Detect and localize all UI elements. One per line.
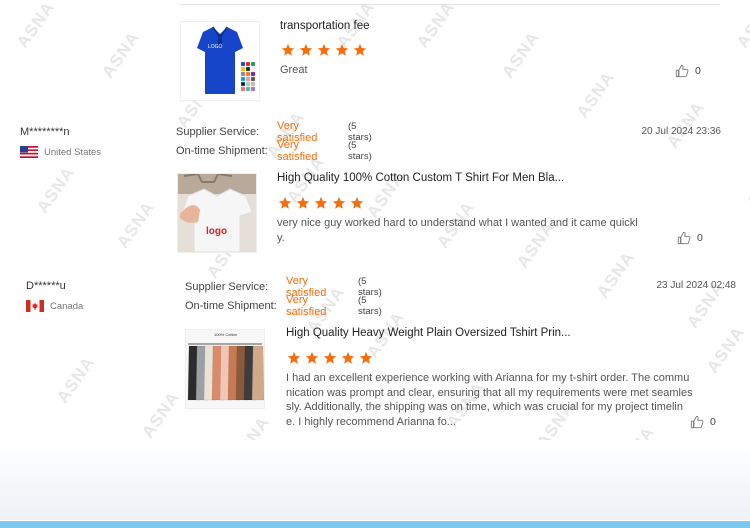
- seller-ratings: Supplier Service: Very satisfied (5 star…: [185, 275, 382, 318]
- comment-line: sly. Additionally, the shipping was on t…: [286, 401, 683, 413]
- bottom-bar: [0, 521, 750, 528]
- reviews-page: ASNA ASNA ASNA ASNA ASNA ASNA ASNA ASNA ASNA ASNA…: [0, 0, 750, 528]
- rating-stars-text: (5 stars): [348, 139, 372, 162]
- shipment-rating: On-time Shipment: Very satisfied (5 star…: [176, 139, 372, 163]
- review-comment: I had an excellent experience working wi…: [286, 371, 706, 429]
- star-icon: [305, 351, 319, 364]
- like-button[interactable]: 0: [690, 415, 716, 429]
- star-icon: [332, 196, 346, 209]
- seller-ratings: Supplier Service: Very satisfied (5 star…: [176, 120, 372, 163]
- watermark-text: ASNA: [572, 67, 619, 122]
- watermark-text: ASNA: [412, 0, 459, 52]
- comment-line: y.: [277, 231, 285, 244]
- star-icon: [314, 196, 328, 209]
- thumb-label-text: 100% Cotton: [214, 332, 237, 337]
- reviewer-info: M********n United States: [20, 126, 101, 158]
- watermark-text: ASNA: [137, 387, 184, 442]
- reviewer-name: D******u: [26, 280, 66, 292]
- review-date: 20 Jul 2024 23:36: [641, 126, 721, 137]
- tshirt-image: logo: [178, 174, 256, 252]
- like-button[interactable]: 0: [675, 64, 701, 78]
- watermark-text: ASNA: [32, 162, 79, 217]
- star-icon: [341, 351, 355, 364]
- polo-shirt-image: LOGO: [181, 22, 259, 100]
- product-title[interactable]: transportation fee: [280, 20, 370, 32]
- product-thumbnail[interactable]: LOGO: [180, 21, 260, 101]
- like-count: 0: [697, 232, 703, 244]
- star-icon: [296, 196, 310, 209]
- watermark-text: ASNA: [732, 0, 750, 52]
- rating-label: Supplier Service:: [176, 125, 260, 138]
- reviewer-name: M********n: [20, 126, 70, 138]
- star-icon: [278, 196, 292, 209]
- watermark-text: ASNA: [52, 352, 99, 407]
- product-title[interactable]: High Quality 100% Cotton Custom T Shirt …: [277, 172, 564, 184]
- shipment-rating: On-time Shipment: Very satisfied (5 star…: [185, 294, 382, 318]
- like-count: 0: [710, 416, 716, 428]
- star-icon: [287, 351, 301, 364]
- tee-logo-text: logo: [206, 226, 227, 237]
- rating-stars-text: (5 stars): [358, 294, 382, 317]
- rating-label: On-time Shipment:: [176, 144, 268, 157]
- reviewer-country: United States: [20, 146, 101, 158]
- polo-logo-text: LOGO: [208, 44, 223, 50]
- watermark-text: ASNA: [12, 0, 59, 52]
- supplier-service-rating: Supplier Service: Very satisfied (5 star…: [185, 275, 382, 299]
- like-button[interactable]: 0: [677, 231, 703, 245]
- rating-label: On-time Shipment:: [185, 299, 277, 312]
- star-icon: [335, 43, 349, 56]
- reviewer-info: D******u Canada: [26, 280, 83, 312]
- watermark-text: ASNA: [497, 27, 544, 82]
- rating-value: Very satisfied: [277, 138, 318, 163]
- oversized-tshirts-image: 100% Cotton: [186, 330, 264, 408]
- rating-stars: [286, 351, 376, 365]
- thumbs-up-icon: [677, 231, 691, 245]
- thumbs-up-icon: [675, 64, 689, 78]
- watermark-text: ASNA: [742, 157, 750, 212]
- comment-line: nication was prompt and clear, ensuring …: [286, 386, 693, 399]
- watermark-text: ASNA: [662, 97, 709, 152]
- product-title[interactable]: High Quality Heavy Weight Plain Oversize…: [286, 327, 571, 339]
- reviewer-country: Canada: [26, 300, 83, 312]
- rating-stars: [280, 43, 370, 57]
- supplier-service-rating: Supplier Service: Very satisfied (5 star…: [176, 120, 372, 144]
- review-date: 23 Jul 2024 02:48: [656, 280, 736, 291]
- comment-line: I had an excellent experience working wi…: [286, 372, 690, 384]
- canada-flag-icon: [26, 300, 44, 312]
- rating-stars: [277, 196, 367, 210]
- like-count: 0: [695, 65, 701, 77]
- review-comment: Great: [280, 64, 308, 76]
- star-icon: [323, 351, 337, 364]
- product-thumbnail[interactable]: logo: [177, 173, 257, 253]
- country-name: Canada: [50, 300, 84, 312]
- star-icon: [359, 351, 373, 364]
- footer-fade: [0, 440, 750, 520]
- thumbs-up-icon: [690, 415, 704, 429]
- comment-line: very nice guy worked hard to understand …: [277, 217, 638, 229]
- product-thumbnail[interactable]: 100% Cotton: [185, 329, 265, 409]
- watermark-text: ASNA: [702, 322, 749, 377]
- watermark-text: ASNA: [112, 197, 159, 252]
- watermark-text: ASNA: [592, 247, 639, 302]
- us-flag-icon: [20, 146, 38, 158]
- rating-label: Supplier Service:: [185, 280, 269, 293]
- divider: [180, 4, 720, 5]
- star-icon: [281, 43, 295, 56]
- country-name: United States: [44, 146, 102, 158]
- star-icon: [299, 43, 313, 56]
- rating-value: Very satisfied: [286, 293, 327, 318]
- star-icon: [317, 43, 331, 56]
- watermark-text: ASNA: [97, 27, 144, 82]
- comment-line: e. I highly recommend Arianna fo...: [286, 415, 456, 428]
- star-icon: [350, 196, 364, 209]
- review-comment: very nice guy worked hard to understand …: [277, 216, 657, 245]
- star-icon: [353, 43, 367, 56]
